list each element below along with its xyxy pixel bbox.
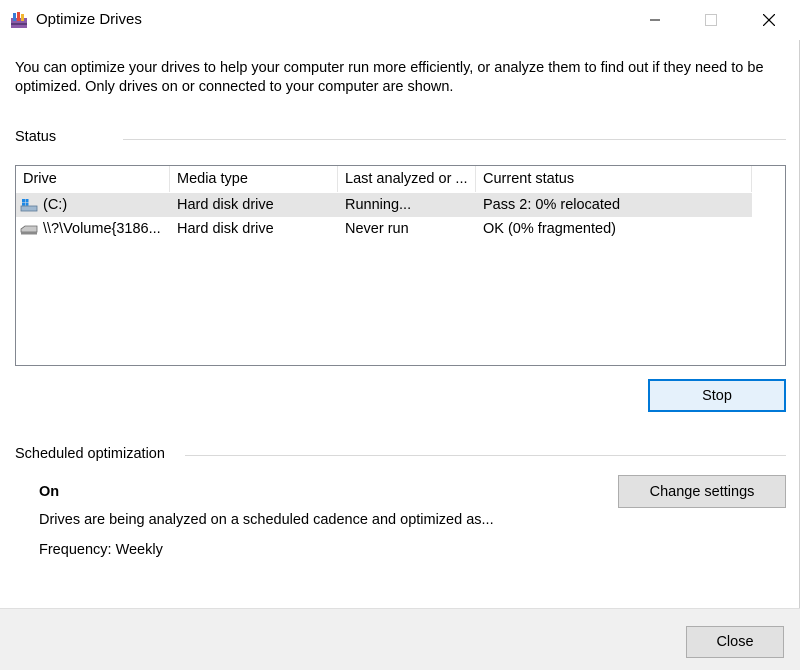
optimize-drives-window: Optimize Drives You can optimize your dr… [0, 0, 800, 670]
drive-row-c[interactable]: (C:) Hard disk drive Running... Pass 2: … [16, 193, 752, 217]
media-type: Hard disk drive [177, 221, 274, 237]
window-title: Optimize Drives [36, 11, 142, 28]
column-header-drive[interactable]: Drive [16, 166, 170, 192]
status-section-label: Status [15, 129, 57, 145]
last-analyzed: Running... [345, 197, 412, 213]
scheduled-divider [185, 455, 786, 456]
status-divider [123, 139, 786, 140]
schedule-frequency: Frequency: Weekly [39, 542, 163, 558]
schedule-description: Drives are being analyzed on a scheduled… [39, 512, 494, 528]
minimize-button[interactable] [632, 0, 678, 40]
drive-name: (C:) [43, 197, 68, 213]
close-window-button[interactable] [746, 0, 792, 40]
title-bar[interactable]: Optimize Drives [0, 0, 800, 40]
minimize-icon [650, 19, 660, 21]
change-settings-button[interactable]: Change settings [618, 475, 786, 508]
maximize-button [688, 0, 734, 40]
defrag-app-icon [11, 12, 27, 28]
column-header-last-analyzed[interactable]: Last analyzed or ... [338, 166, 476, 192]
close-icon [763, 14, 775, 26]
drive-name: \\?\Volume{3186... [43, 221, 161, 237]
windows-drive-icon [20, 199, 38, 212]
column-header-current-status[interactable]: Current status [476, 166, 752, 192]
last-analyzed: Never run [345, 221, 409, 237]
scheduled-section-label: Scheduled optimization [15, 446, 165, 462]
media-type: Hard disk drive [177, 197, 274, 213]
current-status: OK (0% fragmented) [483, 221, 616, 237]
drive-row-volume[interactable]: \\?\Volume{3186... Hard disk drive Never… [16, 217, 752, 241]
maximize-icon [705, 14, 717, 26]
hard-drive-icon [20, 225, 38, 235]
drives-list[interactable]: Drive Media type Last analyzed or ... Cu… [15, 165, 786, 366]
current-status: Pass 2: 0% relocated [483, 197, 621, 213]
schedule-state: On [39, 484, 60, 500]
column-header-media-type[interactable]: Media type [170, 166, 338, 192]
close-button[interactable]: Close [686, 626, 784, 658]
dialog-footer: Close [0, 608, 800, 670]
stop-button[interactable]: Stop [648, 379, 786, 412]
intro-text: You can optimize your drives to help you… [15, 60, 764, 95]
drives-list-header: Drive Media type Last analyzed or ... Cu… [16, 166, 752, 192]
